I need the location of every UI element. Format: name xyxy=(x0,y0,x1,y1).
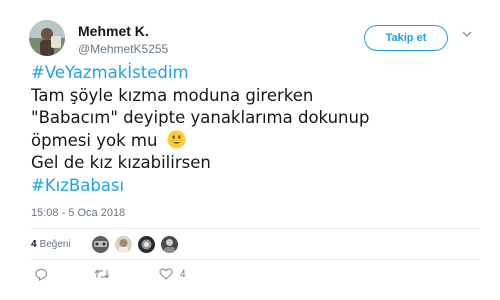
hashtag-link[interactable]: #KızBabası xyxy=(31,175,481,198)
grinning-face-emoji-icon xyxy=(167,129,186,149)
liker-avatar[interactable] xyxy=(161,236,178,253)
likes-count: 4 xyxy=(31,238,37,250)
retweet-icon xyxy=(94,269,110,279)
chevron-down-icon[interactable] xyxy=(462,30,472,38)
like-count: 4 xyxy=(180,268,186,280)
tweet-line-text: öpmesi yok mu xyxy=(31,130,158,150)
likes-label: Beğeni xyxy=(39,238,71,250)
tweet-line: Gel de kız kızabilirsen xyxy=(31,153,211,172)
follow-button[interactable]: Takip et xyxy=(364,25,448,51)
liker-avatar[interactable] xyxy=(92,236,109,253)
divider xyxy=(31,259,480,260)
hashtag-link[interactable]: #VeYazmakİstedim xyxy=(31,62,481,85)
liker-avatars xyxy=(92,236,184,253)
retweet-button[interactable] xyxy=(94,268,110,280)
heart-icon xyxy=(159,268,173,280)
author-handle[interactable]: @MehmetK5255 xyxy=(78,42,168,56)
tweet-text: #VeYazmakİstedim Tam şöyle kızma moduna … xyxy=(31,62,481,197)
author-avatar[interactable] xyxy=(29,20,65,56)
tweet-timestamp[interactable]: 15:08 - 5 Oca 2018 xyxy=(31,207,125,219)
liker-avatar[interactable] xyxy=(138,236,155,253)
tweet-card: Mehmet K. @MehmetK5255 Takip et #VeYazma… xyxy=(0,0,500,300)
like-button[interactable]: 4 xyxy=(159,268,186,280)
likes-summary[interactable]: 4 Beğeni xyxy=(31,236,71,252)
tweet-line: "Babacım" deyipte yanaklarıma dokunup xyxy=(31,108,370,127)
reply-button[interactable] xyxy=(34,268,48,281)
tweet-line-with-emoji: öpmesi yok mu xyxy=(31,129,481,153)
reply-icon xyxy=(35,268,48,281)
liker-avatar[interactable] xyxy=(115,236,132,253)
tweet-line: Tam şöyle kızma moduna girerken xyxy=(31,85,314,105)
divider xyxy=(31,228,480,229)
author-name[interactable]: Mehmet K. xyxy=(78,23,149,39)
